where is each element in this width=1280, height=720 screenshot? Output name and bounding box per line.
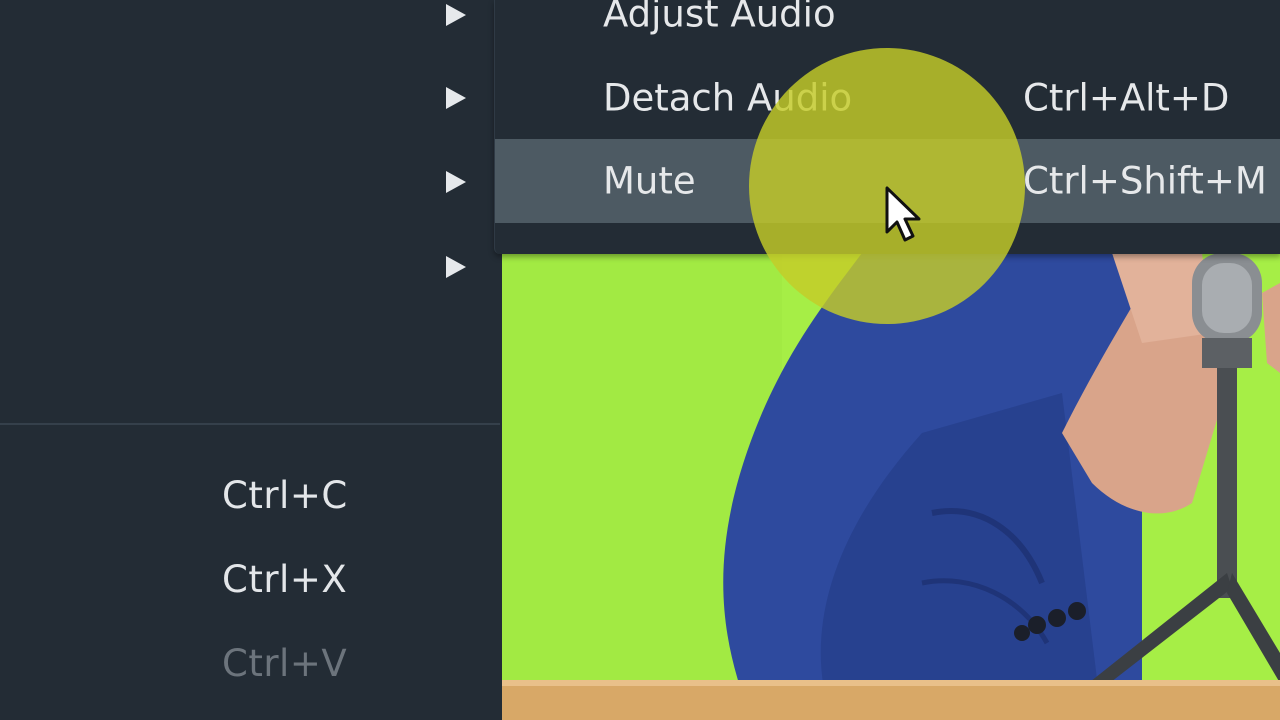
preview-frame [502,253,1280,720]
cut-shortcut[interactable]: Ctrl+X [222,558,347,601]
audio-submenu: Adjust Audio Detach Audio Ctrl+Alt+D Mut… [494,0,1280,254]
submenu-arrow-icon[interactable] [446,4,466,26]
menu-item-shortcut: Ctrl+Alt+D [1023,76,1230,120]
menu-item-mute[interactable]: Mute Ctrl+Shift+M [495,139,1280,223]
menu-item-detach-audio[interactable]: Detach Audio Ctrl+Alt+D [495,56,1280,140]
submenu-arrow-icon[interactable] [446,87,466,109]
submenu-arrow-icon[interactable] [446,171,466,193]
menu-item-adjust-audio[interactable]: Adjust Audio [495,0,1280,56]
menu-item-label: Mute [603,159,696,203]
video-preview [502,253,1280,720]
menu-item-shortcut: Ctrl+Shift+M [1023,159,1267,203]
context-menu: Ctrl+C Ctrl+X Ctrl+V [0,0,500,720]
submenu-arrow-icon[interactable] [446,256,466,278]
menu-divider [0,423,500,425]
paste-shortcut: Ctrl+V [222,642,348,685]
menu-item-label: Detach Audio [603,76,853,120]
menu-item-label: Adjust Audio [603,0,836,36]
copy-shortcut[interactable]: Ctrl+C [222,474,348,517]
